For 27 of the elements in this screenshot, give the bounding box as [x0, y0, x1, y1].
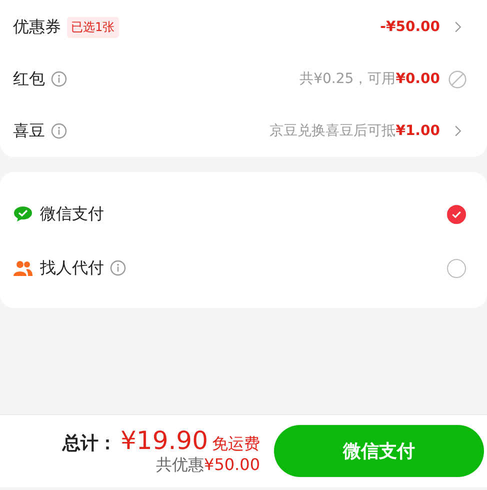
unavailable-icon	[448, 70, 467, 88]
people-icon	[13, 260, 33, 276]
row-note: 京豆兑换喜豆后可抵	[270, 122, 396, 140]
info-icon[interactable]	[51, 123, 67, 139]
shipping-note: 免运费	[212, 434, 260, 455]
chevron-icon[interactable]	[454, 124, 462, 138]
row-amount: -¥50.00	[380, 19, 440, 35]
radio-button[interactable]	[447, 258, 466, 278]
savings-label: 共优惠	[156, 455, 204, 474]
radio-button[interactable]	[447, 204, 466, 224]
total-label: 总计：	[62, 432, 117, 455]
total-price: ¥19.90	[120, 426, 208, 455]
payment-label: 找人代付	[40, 258, 104, 278]
info-icon[interactable]	[110, 260, 126, 276]
chat-bubble-icon	[13, 206, 33, 222]
row-label: 喜豆	[13, 120, 45, 142]
pay-button[interactable]: 微信支付	[274, 425, 484, 477]
row-amount: ¥1.00	[396, 123, 440, 139]
payment-label: 微信支付	[40, 204, 104, 224]
row-note: 共¥0.25，可用	[300, 70, 396, 88]
row-label: 优惠券	[13, 16, 61, 38]
info-icon[interactable]	[51, 71, 67, 87]
row-label: 红包	[13, 68, 45, 90]
chevron-icon[interactable]	[454, 20, 462, 34]
savings-amount: ¥50.00	[204, 455, 260, 474]
coupon-badge: 已选1张	[67, 16, 119, 38]
row-amount: ¥0.00	[396, 71, 440, 87]
